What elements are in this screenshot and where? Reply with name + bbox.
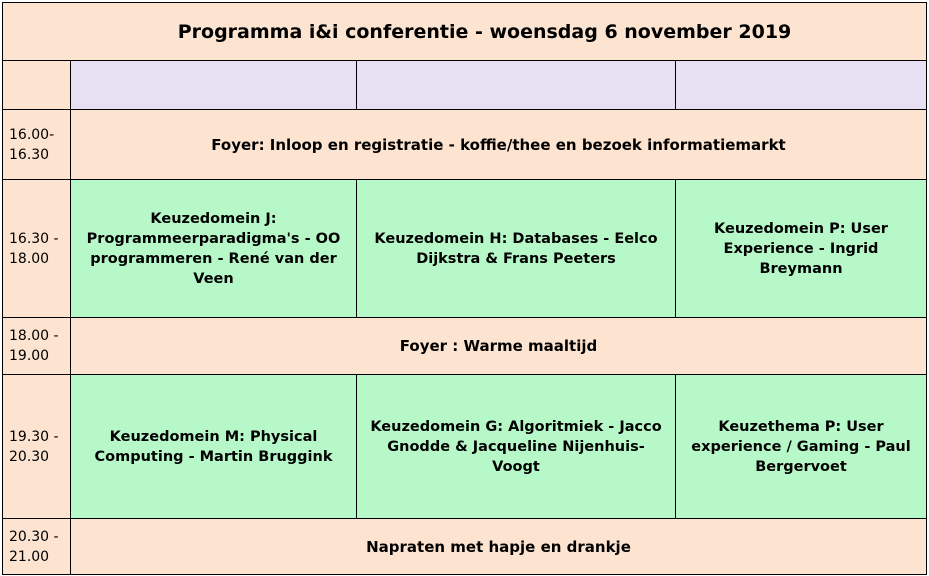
session-cell: Keuzedomein M: Physical Computing - Mart… bbox=[70, 374, 357, 519]
time-slot: 16.00- 16.30 bbox=[2, 109, 71, 180]
title-row: Programma i&i conferentie - woensdag 6 n… bbox=[2, 2, 927, 61]
session-cell: Keuzedomein P: User Experience - Ingrid … bbox=[675, 179, 927, 318]
header-corner-cell bbox=[2, 60, 71, 110]
schedule-row: 20.30 - 21.00 Napraten met hapje en dran… bbox=[2, 518, 927, 575]
session-cell: Keuzedomein H: Databases - Eelco Dijkstr… bbox=[356, 179, 676, 318]
header-cell-1 bbox=[70, 60, 357, 110]
time-slot: 20.30 - 21.00 bbox=[2, 518, 71, 575]
schedule-row: 16.30 - 18.00 Keuzedomein J: Programmeer… bbox=[2, 179, 927, 318]
plenary-item: Foyer : Warme maaltijd bbox=[70, 317, 927, 375]
schedule-title: Programma i&i conferentie - woensdag 6 n… bbox=[2, 2, 927, 61]
time-slot: 19.30 - 20.30 bbox=[2, 374, 71, 519]
schedule-row: 18.00 - 19.00 Foyer : Warme maaltijd bbox=[2, 317, 927, 375]
header-cell-2 bbox=[356, 60, 676, 110]
time-slot: 16.30 - 18.00 bbox=[2, 179, 71, 318]
header-row bbox=[2, 60, 927, 110]
header-cell-3 bbox=[675, 60, 927, 110]
schedule-row: 19.30 - 20.30 Keuzedomein M: Physical Co… bbox=[2, 374, 927, 519]
time-slot: 18.00 - 19.00 bbox=[2, 317, 71, 375]
schedule-row: 16.00- 16.30 Foyer: Inloop en registrati… bbox=[2, 109, 927, 180]
session-cell: Keuzedomein G: Algoritmiek - Jacco Gnodd… bbox=[356, 374, 676, 519]
session-cell: Keuzethema P: User experience / Gaming -… bbox=[675, 374, 927, 519]
plenary-item: Foyer: Inloop en registratie - koffie/th… bbox=[70, 109, 927, 180]
schedule-table: Programma i&i conferentie - woensdag 6 n… bbox=[2, 2, 927, 575]
plenary-item: Napraten met hapje en drankje bbox=[70, 518, 927, 575]
session-cell: Keuzedomein J: Programmeerparadigma's - … bbox=[70, 179, 357, 318]
